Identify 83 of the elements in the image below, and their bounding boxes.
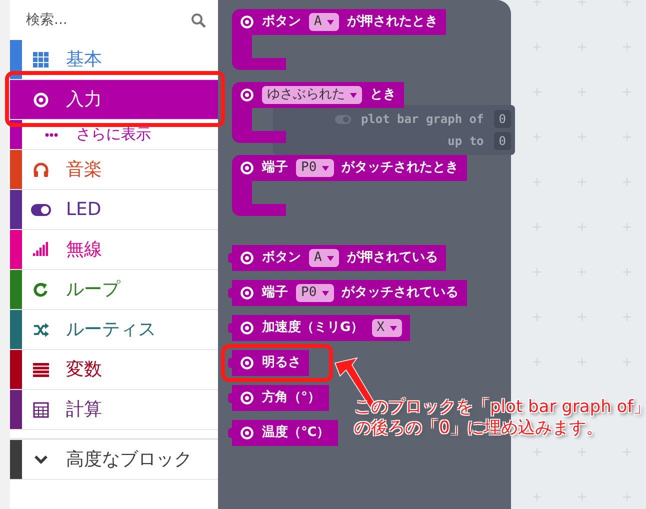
category-label: ルーティス (66, 318, 156, 342)
reporter-block[interactable]: 明るさ (232, 350, 309, 376)
toggle-icon (31, 204, 51, 216)
toggle-icon (334, 114, 351, 124)
loop-arrow-icon (33, 282, 49, 298)
category-label: 変数 (66, 358, 102, 382)
radio-icon (240, 356, 254, 370)
block-label: とき (370, 86, 396, 104)
block-dropdown[interactable]: A (309, 13, 339, 31)
category-label: LED (66, 198, 102, 222)
block-dropdown[interactable]: P0 (296, 159, 334, 177)
radio-icon (240, 391, 254, 405)
category-label: 計算 (66, 398, 102, 422)
block-label: 温度（℃） (262, 424, 330, 442)
block-dropdown[interactable]: P0 (296, 284, 334, 302)
ghost-block-label: plot bar graph of (360, 111, 484, 128)
caret-icon (322, 166, 329, 170)
block-label: 明るさ (262, 354, 301, 372)
reporter-block[interactable]: 温度（℃） (232, 420, 338, 446)
radio-icon (240, 426, 254, 440)
search-field[interactable]: 検索... (26, 10, 166, 30)
block-label: ボタン (262, 13, 301, 32)
headphones-icon (33, 162, 49, 178)
event-block[interactable]: 端子 P0 がタッチされたとき (232, 155, 467, 181)
reporter-block[interactable]: 加速度（ミリG） X (232, 315, 410, 341)
block-dropdown[interactable]: X (372, 319, 402, 337)
category-item[interactable]: 音楽 (10, 150, 218, 190)
ghost-block-value: 0 (494, 132, 511, 150)
c-block-foot (232, 131, 286, 143)
radio-icon (240, 286, 254, 300)
category-label: 無線 (66, 238, 102, 262)
ghost-block-label: up to (448, 133, 484, 150)
category-label: 入力 (66, 88, 102, 112)
category-item[interactable]: ループ (10, 270, 218, 310)
category-item[interactable]: 無線 (10, 230, 218, 270)
caret-icon (390, 326, 396, 330)
caret-icon (322, 290, 329, 296)
category-label: 基本 (66, 48, 102, 72)
category-label: 音楽 (66, 158, 102, 182)
block-label: が押されたとき (346, 13, 438, 32)
c-block-foot (232, 204, 286, 216)
block-label: 加速度（ミリG） (262, 318, 364, 338)
radio-icon (33, 92, 49, 108)
grid-icon (33, 52, 49, 68)
block-label: 端子 (262, 284, 288, 302)
category-item[interactable]: 変数 (10, 350, 218, 390)
radio-icon (240, 321, 254, 335)
caret-icon (350, 92, 357, 98)
category-label: ループ (66, 278, 120, 302)
radio-icon (240, 88, 254, 102)
shuffle-icon (33, 322, 49, 338)
block-label: がタッチされている (342, 284, 459, 302)
block-dropdown[interactable]: ゆさぶられた (262, 86, 362, 104)
event-block[interactable]: ボタン A が押されたとき (232, 9, 446, 35)
reporter-block[interactable]: 方角（°） (232, 385, 328, 411)
category-item[interactable]: 計算 (10, 390, 218, 430)
caret-icon (326, 20, 334, 24)
block-label: 端子 (262, 159, 288, 178)
reporter-block[interactable]: 端子 P0 がタッチされている (232, 280, 467, 306)
radio-icon (240, 251, 254, 265)
block-label: 方角（°） (262, 388, 320, 408)
caret-icon (326, 256, 334, 260)
chevron-down-icon (34, 455, 48, 464)
event-block[interactable]: ゆさぶられた とき (232, 82, 404, 108)
category-item[interactable]: 基本 (10, 40, 218, 80)
category-item[interactable]: LED (10, 190, 218, 230)
reporter-block[interactable]: ボタン A が押されている (232, 245, 446, 271)
search-icon[interactable] (191, 12, 206, 28)
ghost-block-value: 0 (494, 110, 511, 128)
category-item[interactable]: 入力 (10, 80, 218, 120)
block-label: ボタン (262, 249, 301, 268)
lines-icon (33, 362, 49, 378)
calculator-icon (33, 402, 49, 418)
radio-icon (240, 15, 254, 29)
block-dropdown[interactable]: A (309, 249, 339, 267)
block-label: が押されている (346, 249, 438, 268)
dots-icon (45, 132, 58, 136)
c-block-foot (232, 58, 286, 70)
block-label: がタッチされたとき (342, 159, 459, 178)
advanced-item[interactable]: 高度なブロック (10, 440, 218, 480)
signal-bars-icon (33, 242, 49, 258)
category-item[interactable]: ルーティス (10, 310, 218, 350)
radio-icon (240, 161, 254, 175)
